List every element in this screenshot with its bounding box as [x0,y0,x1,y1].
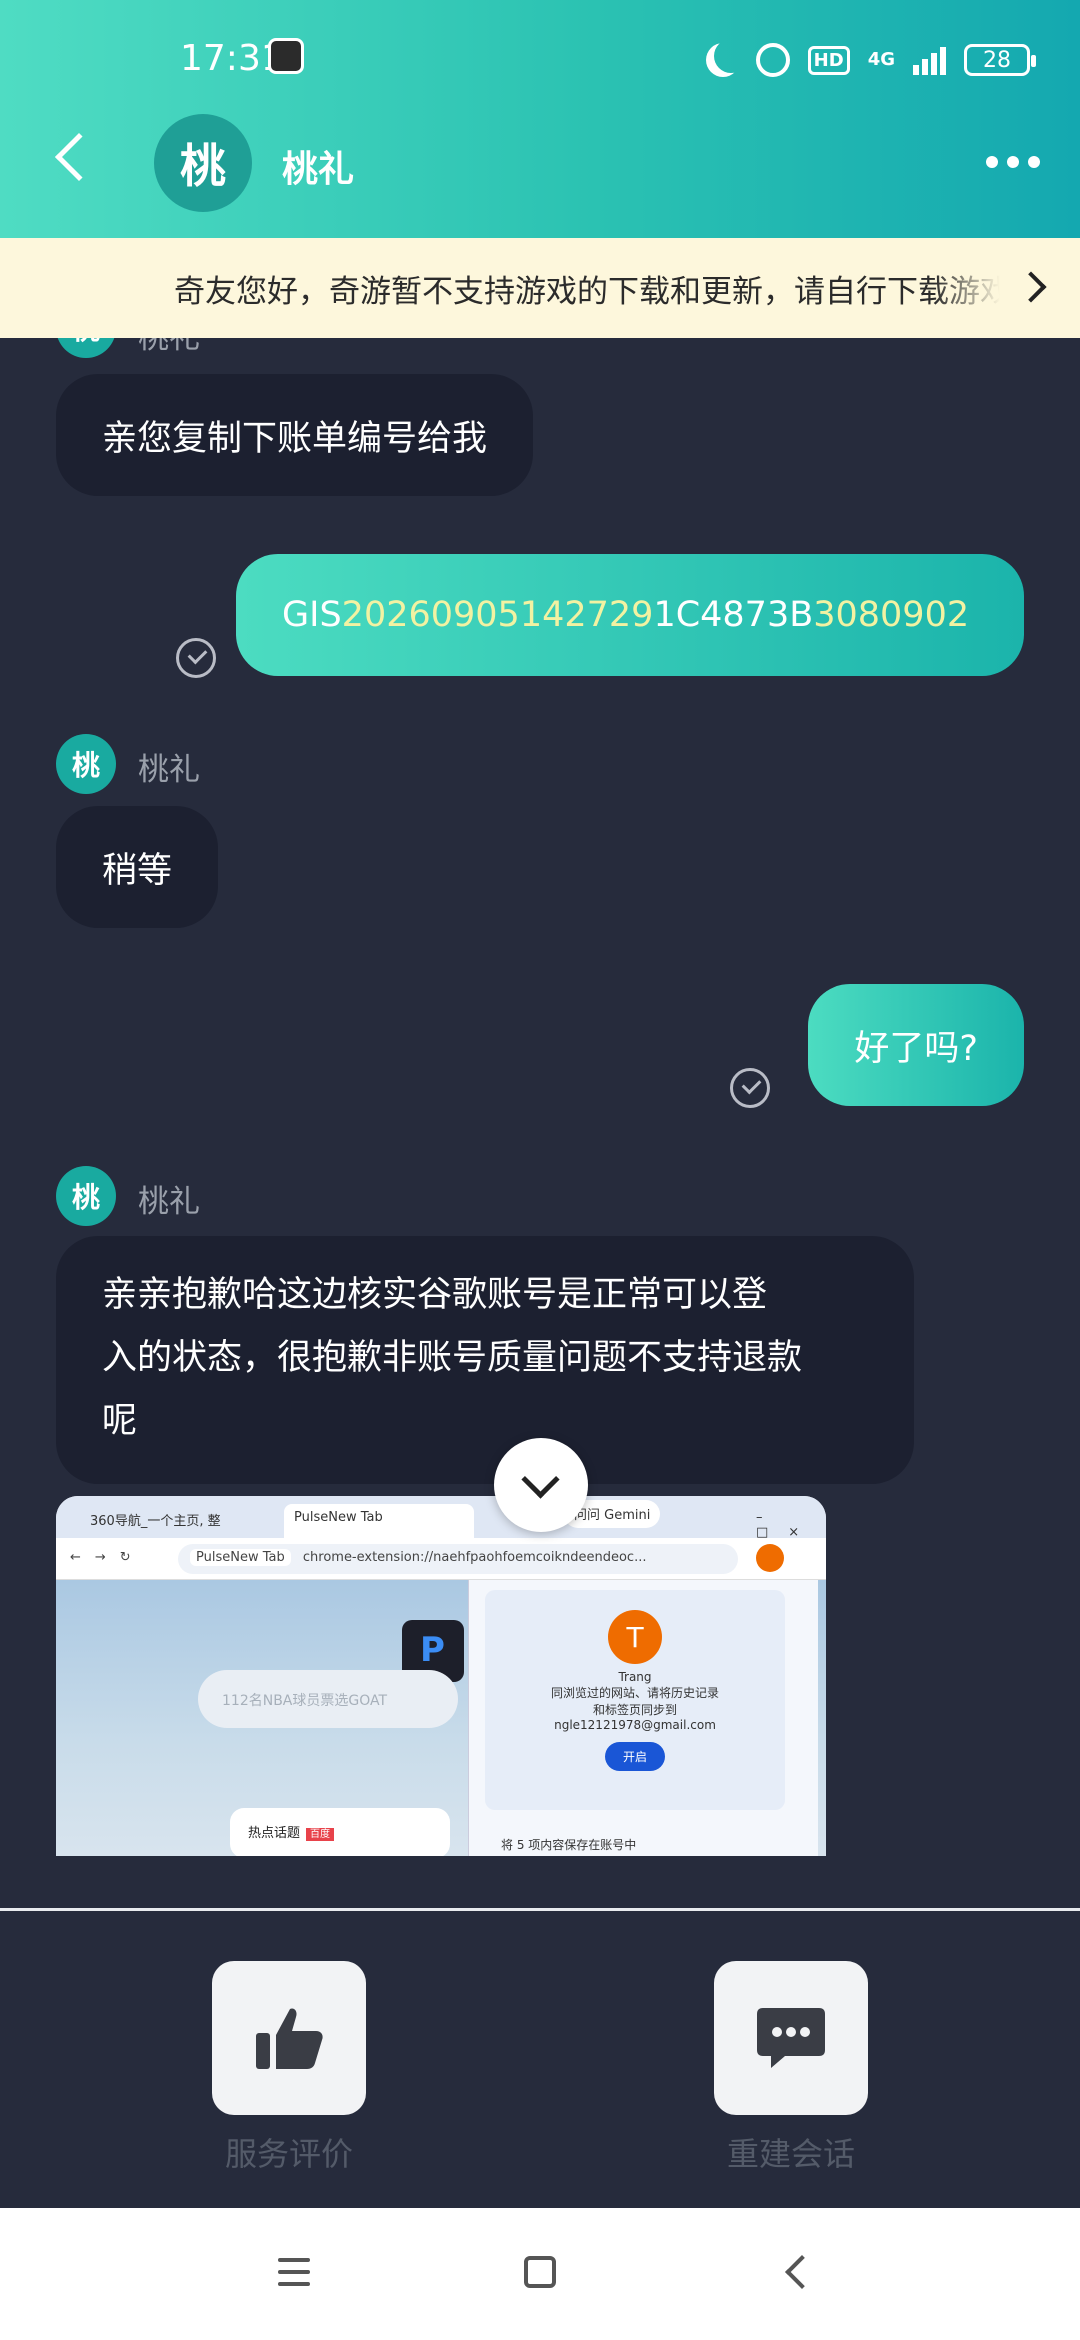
status-bar: 17:31 HD 4G 28 [0,38,1080,82]
chat-header: 17:31 HD 4G 28 桃 桃礼 [0,0,1080,238]
message-bubble-own[interactable]: 好了吗? [808,984,1024,1106]
hd-icon: HD [807,45,850,75]
hot-topics-card: 热点话题 百度 [230,1808,450,1856]
sender-name: 桃礼 [138,1184,200,1220]
thumbs-up-icon [256,2008,323,2069]
save-note: 将 5 项内容保存在账号中 [501,1838,637,1852]
message-text: 好了吗? [854,1028,978,1069]
sync-description: 和标签页同步到 [592,1703,677,1717]
do-not-disturb-icon [714,39,748,73]
url-text: chrome-extension://naehfpaohfoemcoikndee… [302,1550,647,1565]
message-text: 亲您复制下账单编号给我 [102,418,488,459]
app-notification-icon [268,38,304,74]
account-avatar: T [608,1610,662,1664]
read-receipt-icon [730,1068,770,1108]
message-text-line: 入的状态，很抱歉非账号质量问题不支持退款 [102,1338,803,1378]
account-name: Trang [618,1670,652,1684]
message-text-line: 呢 [102,1401,138,1441]
account-email: ngle12121978@gmail.com [554,1718,716,1732]
url-field: PulseNew Tab chrome-extension://naehfpao… [178,1544,738,1574]
new-session-label: 重建会话 [726,2135,855,2173]
back-icon[interactable] [54,132,104,182]
chevron-right-icon[interactable] [1015,271,1047,303]
message-text-line: 亲亲抱歉哈这边核实谷歌账号是正常可以登 [102,1275,768,1315]
message-text: GIS202609051427291C4873B3080902 [282,595,970,635]
rate-service-label: 服务评价 [224,2135,353,2173]
sender-avatar[interactable]: 桃 [56,734,116,794]
contact-name: 桃礼 [282,149,355,190]
account-sync-panel: T Trang 同浏览过的网站、请将历史记录 和标签页同步到 ngle12121… [468,1580,818,1856]
enable-sync-button: 开启 [604,1742,665,1771]
hot-topics-label: 热点话题 [248,1826,301,1841]
more-options-icon[interactable] [986,156,1040,168]
message-bubble[interactable]: 稍等 [56,806,219,928]
sync-description: 同浏览过的网站、请将历史记录 [550,1686,719,1700]
alarm-icon [755,43,790,77]
hot-topics-tag: 百度 [306,1828,335,1841]
message-bubble-own[interactable]: GIS202609051427291C4873B3080902 [236,554,1024,676]
message-text: 稍等 [102,850,173,891]
rate-service-button[interactable]: 服务评价 [212,1961,366,2175]
contact-avatar[interactable]: 桃 [154,114,252,212]
sender-avatar[interactable]: 桃 [56,338,116,358]
browser-tab-strip: 360导航_一个主页, 整 PulseNew Tab 问问 Gemini –□× [56,1496,826,1540]
chat-area[interactable]: 桃 桃礼 亲您复制下账单编号给我 GIS202609051427291C4873… [0,338,1080,1910]
url-chip: PulseNew Tab [190,1549,291,1566]
read-receipt-icon [176,638,216,678]
signal-icon [913,45,946,75]
battery-icon: 28 [964,44,1036,76]
sender-avatar[interactable]: 桃 [56,1166,116,1226]
browser-tab-active: PulseNew Tab [284,1504,474,1538]
window-controls: –□× [756,1510,820,1540]
browser-address-bar: ←→↻ PulseNew Tab chrome-extension://naeh… [56,1538,826,1580]
notice-banner[interactable]: 奇友您好，奇游暂不支持游戏的下载和更新，请自行下载游戏 [0,238,1080,338]
account-card: T Trang 同浏览过的网站、请将历史记录 和标签页同步到 ngle12121… [485,1590,785,1810]
network-type: 4G [867,49,895,70]
notice-text: 奇友您好，奇游暂不支持游戏的下载和更新，请自行下载游戏 [174,273,1000,310]
system-back-icon[interactable] [785,2255,819,2289]
message-bubble[interactable]: 亲亲抱歉哈这边核实谷歌账号是正常可以登 入的状态，很抱歉非账号质量问题不支持退款… [56,1236,914,1484]
sender-name: 桃礼 [138,752,200,788]
sender-name: 桃礼 [138,338,200,356]
new-session-button[interactable]: 重建会话 [714,1961,868,2175]
home-icon[interactable] [524,2256,556,2288]
nav-buttons: ←→↻ [70,1550,145,1565]
scroll-to-bottom-button[interactable] [494,1438,588,1532]
browser-tab: 360导航_一个主页, 整 [90,1514,221,1529]
message-image[interactable]: 360导航_一个主页, 整 PulseNew Tab 问问 Gemini –□×… [56,1496,826,1856]
system-navigation-bar [0,2208,1080,2340]
profile-icon [756,1544,784,1572]
recent-apps-icon[interactable] [278,2258,310,2294]
chat-bubble-icon [757,2008,825,2068]
action-panel: 服务评价 重建会话 [0,1911,1080,2208]
message-bubble[interactable]: 亲您复制下账单编号给我 [56,374,534,496]
page-search-box: 112名NBA球员票选GOAT [198,1670,458,1728]
